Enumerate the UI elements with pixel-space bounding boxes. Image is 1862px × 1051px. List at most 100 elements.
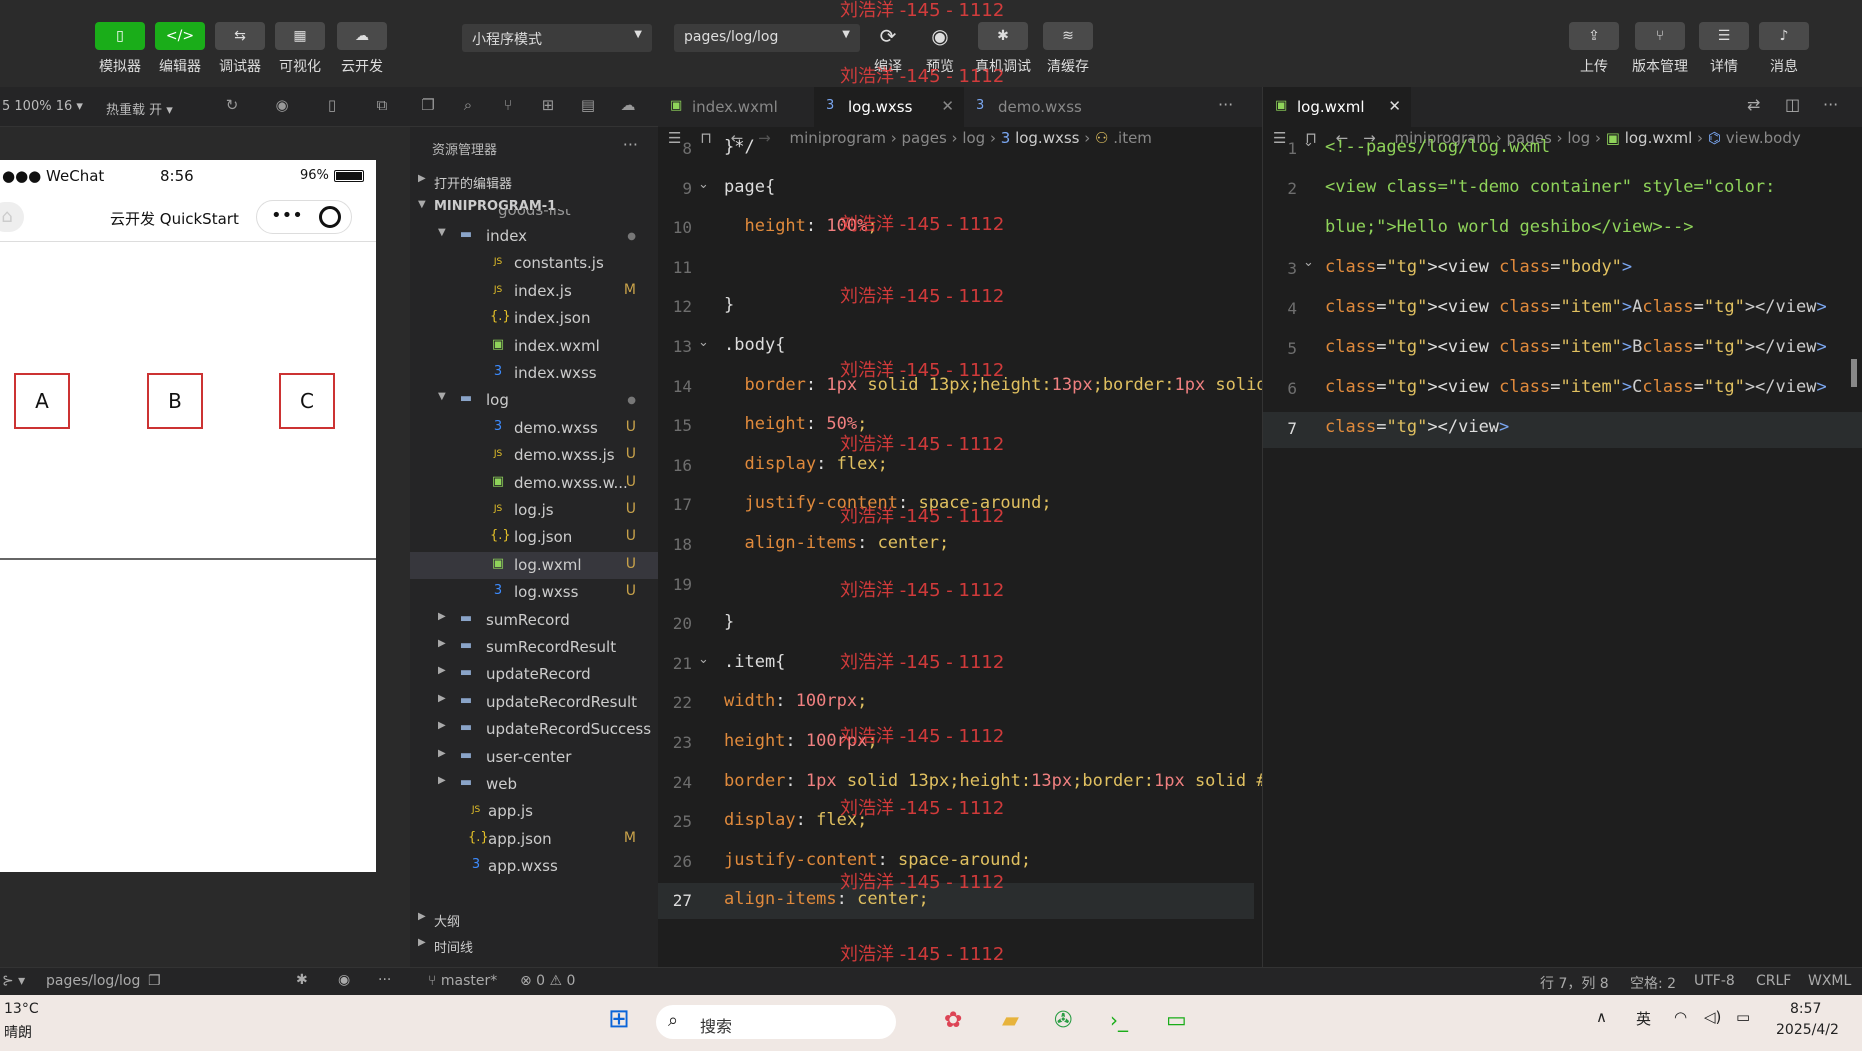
code-line[interactable]: } bbox=[724, 612, 734, 632]
tab-index-wxml[interactable]: ▣ index.wxml bbox=[658, 87, 814, 127]
tab-demo-wxss[interactable]: 3 demo.wxss bbox=[964, 87, 1114, 127]
bug-icon[interactable]: ✱ bbox=[296, 972, 308, 988]
tree-item[interactable]: JS demo.wxss.js U bbox=[410, 442, 658, 469]
scrollbar-thumb[interactable] bbox=[1851, 359, 1857, 387]
tree-item[interactable]: 3 index.wxss bbox=[410, 360, 658, 387]
debugger-button[interactable]: ⇆ 调试器 bbox=[210, 22, 270, 76]
code-line[interactable]: .item{ bbox=[724, 652, 785, 672]
tree-item[interactable]: ▶ ▬ sumRecord bbox=[410, 607, 658, 634]
compare-icon[interactable]: ⇄ bbox=[1747, 95, 1760, 114]
code-line[interactable]: .body{ bbox=[724, 335, 785, 355]
code-line[interactable]: } bbox=[724, 295, 734, 315]
code-line[interactable]: blue;">Hello world geshibo</view>--> bbox=[1325, 217, 1693, 237]
close-target-icon[interactable] bbox=[319, 206, 341, 228]
cursor-position[interactable]: 行 7，列 8 bbox=[1540, 973, 1609, 993]
tree-item[interactable]: ▶ ▬ updateRecordSuccess bbox=[410, 716, 658, 743]
tree-item[interactable]: 3 app.wxss bbox=[410, 853, 658, 880]
tree-item[interactable]: {.} app.json M bbox=[410, 826, 658, 853]
code-line[interactable]: class="tg"><view class="item">Aclass="tg… bbox=[1325, 297, 1827, 317]
monitor-icon[interactable]: ▭ bbox=[1166, 1008, 1187, 1033]
devtools-icon[interactable]: ›_ bbox=[1110, 1008, 1128, 1032]
device-icon[interactable]: ▯ bbox=[322, 96, 342, 116]
outline-section[interactable]: ▶ 大纲 bbox=[410, 907, 658, 934]
close-icon[interactable]: ✕ bbox=[941, 97, 954, 115]
code-line[interactable]: class="tg"></view> bbox=[1325, 417, 1509, 437]
code-line[interactable]: <!--pages/log/log.wxml bbox=[1325, 137, 1550, 157]
cloud-sync-icon[interactable]: ☁ bbox=[618, 96, 638, 116]
clock-time[interactable]: 8:57 bbox=[1790, 1001, 1821, 1017]
tree-item[interactable]: goods-list bbox=[410, 209, 658, 223]
more-icon[interactable]: ··· bbox=[1218, 95, 1233, 114]
tree-item[interactable]: JS log.js U bbox=[410, 497, 658, 524]
fold-icon[interactable]: ⌄ bbox=[698, 177, 709, 192]
forward-arrow-icon[interactable]: → bbox=[758, 129, 771, 147]
copy-icon[interactable]: ❐ bbox=[148, 973, 161, 989]
tab-log-wxml[interactable]: ▣ log.wxml ✕ bbox=[1263, 87, 1411, 127]
search-icon[interactable]: ⌕ bbox=[458, 96, 478, 116]
tree-item[interactable]: ▣ demo.wxss.w... U bbox=[410, 470, 658, 497]
taskbar-search[interactable]: ⌕ 搜索 bbox=[656, 1005, 896, 1039]
wechat-icon[interactable]: ✇ bbox=[1054, 1008, 1072, 1033]
folder-icon[interactable]: ▰ bbox=[1002, 1008, 1019, 1033]
mode-select[interactable]: 小程序模式 ▼ bbox=[462, 24, 652, 52]
extensions-icon[interactable]: ⊞ bbox=[538, 96, 558, 116]
split-editor-icon[interactable]: ◫ bbox=[1785, 95, 1800, 114]
fold-icon[interactable]: ⌄ bbox=[1303, 135, 1314, 150]
tree-item[interactable]: ▶ ▬ web bbox=[410, 771, 658, 798]
tree-item[interactable]: 3 log.wxss U bbox=[410, 579, 658, 606]
fold-icon[interactable]: ⌄ bbox=[1303, 255, 1314, 270]
more-icon[interactable]: ··· bbox=[378, 972, 391, 988]
tree-item[interactable]: {.} log.json U bbox=[410, 524, 658, 551]
problems-indicator[interactable]: ⊗ 0 ⚠ 0 bbox=[520, 973, 575, 989]
tree-item[interactable]: JS constants.js bbox=[410, 250, 658, 277]
tree-item[interactable]: ▼ ▬ log ● bbox=[410, 387, 658, 414]
tree-item[interactable]: 3 demo.wxss U bbox=[410, 415, 658, 442]
tree-item[interactable]: ▶ ▬ updateRecordResult bbox=[410, 689, 658, 716]
page-select[interactable]: pages/log/log ▼ bbox=[674, 24, 860, 52]
rotate-icon[interactable]: ↻ bbox=[222, 96, 242, 116]
language-mode[interactable]: WXML bbox=[1808, 973, 1851, 989]
cloud-button[interactable]: ☁ 云开发 bbox=[332, 22, 392, 76]
code-line[interactable]: }*/ bbox=[724, 137, 755, 157]
files-icon[interactable]: ❐ bbox=[418, 96, 438, 116]
encoding[interactable]: UTF-8 bbox=[1694, 973, 1735, 989]
tree-item[interactable]: ▣ index.wxml bbox=[410, 333, 658, 360]
tree-item[interactable]: JS app.js bbox=[410, 798, 658, 825]
upload-button[interactable]: ⇪ 上传 bbox=[1564, 22, 1624, 76]
more-icon[interactable]: ··· bbox=[623, 135, 638, 154]
battery-icon[interactable]: ▭ bbox=[1736, 1008, 1750, 1026]
git-icon[interactable]: ⑂ bbox=[498, 96, 518, 116]
tree-item[interactable]: ▶ ▬ user-center bbox=[410, 744, 658, 771]
tree-item[interactable]: ▼ ▬ index ● bbox=[410, 223, 658, 250]
line-ending[interactable]: CRLF bbox=[1756, 973, 1791, 989]
timeline-section[interactable]: ▶ 时间线 bbox=[410, 933, 658, 960]
details-button[interactable]: ☰ 详情 bbox=[1694, 22, 1754, 76]
bookmark-icon[interactable]: ⊓ bbox=[700, 129, 712, 147]
tree-item[interactable]: ▶ ▬ sumRecordResult bbox=[410, 634, 658, 661]
open-editors-section[interactable]: ▶ 打开的编辑器 bbox=[410, 169, 658, 196]
eye-icon[interactable]: ◉ bbox=[338, 972, 350, 988]
volume-icon[interactable]: ◁) bbox=[1704, 1008, 1721, 1026]
tree-item[interactable]: {.} index.json bbox=[410, 305, 658, 332]
code-line[interactable]: page{ bbox=[724, 177, 775, 197]
simulator-button[interactable]: ▯ 模拟器 bbox=[90, 22, 150, 76]
code-line[interactable]: class="tg"><view class="body"> bbox=[1325, 257, 1632, 277]
more-icon[interactable]: ••• bbox=[271, 205, 303, 226]
close-icon[interactable]: ✕ bbox=[1388, 97, 1401, 115]
more-icon[interactable]: ··· bbox=[1823, 95, 1838, 114]
clear-cache-button[interactable]: ≋ 清缓存 bbox=[1038, 22, 1098, 76]
code-line[interactable]: justify-content: space-around; bbox=[724, 850, 1031, 870]
chevron-up-icon[interactable]: ∧ bbox=[1596, 1008, 1607, 1026]
storage-icon[interactable]: ▤ bbox=[578, 96, 598, 116]
home-icon[interactable]: ⌂ bbox=[0, 202, 24, 232]
weather-condition[interactable]: 晴朗 bbox=[4, 1022, 32, 1042]
code-line[interactable]: class="tg"><view class="item">Cclass="tg… bbox=[1325, 377, 1827, 397]
fold-icon[interactable]: ⌄ bbox=[698, 652, 709, 667]
code-line[interactable]: class="tg"><view class="item">Bclass="tg… bbox=[1325, 337, 1827, 357]
weather-temp[interactable]: 13°C bbox=[4, 1001, 39, 1017]
tab-log-wxss[interactable]: 3 log.wxss ✕ bbox=[814, 87, 964, 127]
code-line[interactable]: <view class="t-demo container" style="co… bbox=[1325, 177, 1775, 197]
current-page-path[interactable]: pages/log/log bbox=[46, 973, 140, 989]
visual-button[interactable]: ▦ 可视化 bbox=[270, 22, 330, 76]
version-button[interactable]: ⑂ 版本管理 bbox=[1628, 22, 1692, 76]
